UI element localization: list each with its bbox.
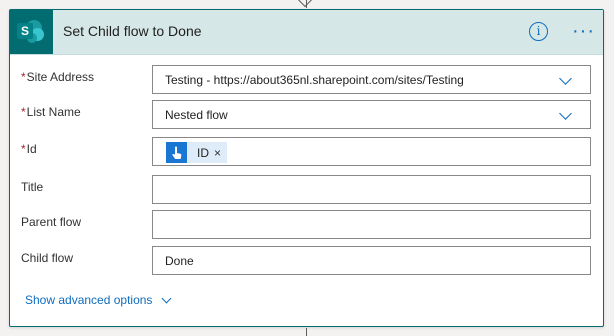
title-label: Title xyxy=(21,180,44,194)
action-title[interactable]: Set Child flow to Done xyxy=(63,23,202,39)
site-address-row: *Site Address Testing - https://about365… xyxy=(10,65,603,95)
parent-flow-row: Parent flow xyxy=(10,210,603,240)
site-address-value: Testing - https://about365nl.sharepoint.… xyxy=(165,73,464,87)
id-label: *Id xyxy=(21,142,37,156)
info-icon[interactable]: i xyxy=(529,22,548,41)
id-token[interactable]: ID × xyxy=(166,142,228,163)
chevron-down-icon[interactable] xyxy=(559,107,572,120)
child-flow-value: Done xyxy=(165,254,194,268)
site-address-dropdown[interactable]: Testing - https://about365nl.sharepoint.… xyxy=(152,65,591,94)
child-flow-row: Child flow Done xyxy=(10,246,603,276)
list-name-value: Nested flow xyxy=(165,108,228,122)
id-row: *Id ID × xyxy=(10,137,603,167)
list-name-dropdown[interactable]: Nested flow xyxy=(152,100,591,129)
action-card: S Set Child flow to Done i ··· *Site Add… xyxy=(9,9,604,327)
parent-flow-input[interactable] xyxy=(152,210,591,239)
child-flow-input[interactable]: Done xyxy=(152,246,591,275)
id-token-label: ID xyxy=(197,145,209,160)
parent-flow-label: Parent flow xyxy=(21,215,82,229)
remove-token-icon[interactable]: × xyxy=(214,146,227,160)
sharepoint-icon: S xyxy=(10,10,53,54)
action-header[interactable]: S Set Child flow to Done i ··· xyxy=(10,10,603,55)
id-field[interactable]: ID × xyxy=(152,137,591,166)
manual-trigger-icon xyxy=(166,142,187,163)
child-flow-label: Child flow xyxy=(21,251,74,265)
list-name-label: *List Name xyxy=(21,105,81,119)
chevron-down-icon[interactable] xyxy=(161,293,172,304)
show-advanced-options-link[interactable]: Show advanced options xyxy=(25,293,152,307)
site-address-label: *Site Address xyxy=(21,70,95,84)
flow-arrow-icon xyxy=(297,0,313,8)
title-input[interactable] xyxy=(152,175,591,204)
chevron-down-icon[interactable] xyxy=(559,72,572,85)
title-row: Title xyxy=(10,175,603,205)
more-options-icon[interactable]: ··· xyxy=(572,21,595,41)
list-name-row: *List Name Nested flow xyxy=(10,100,603,130)
flow-connector-bottom xyxy=(306,328,307,336)
